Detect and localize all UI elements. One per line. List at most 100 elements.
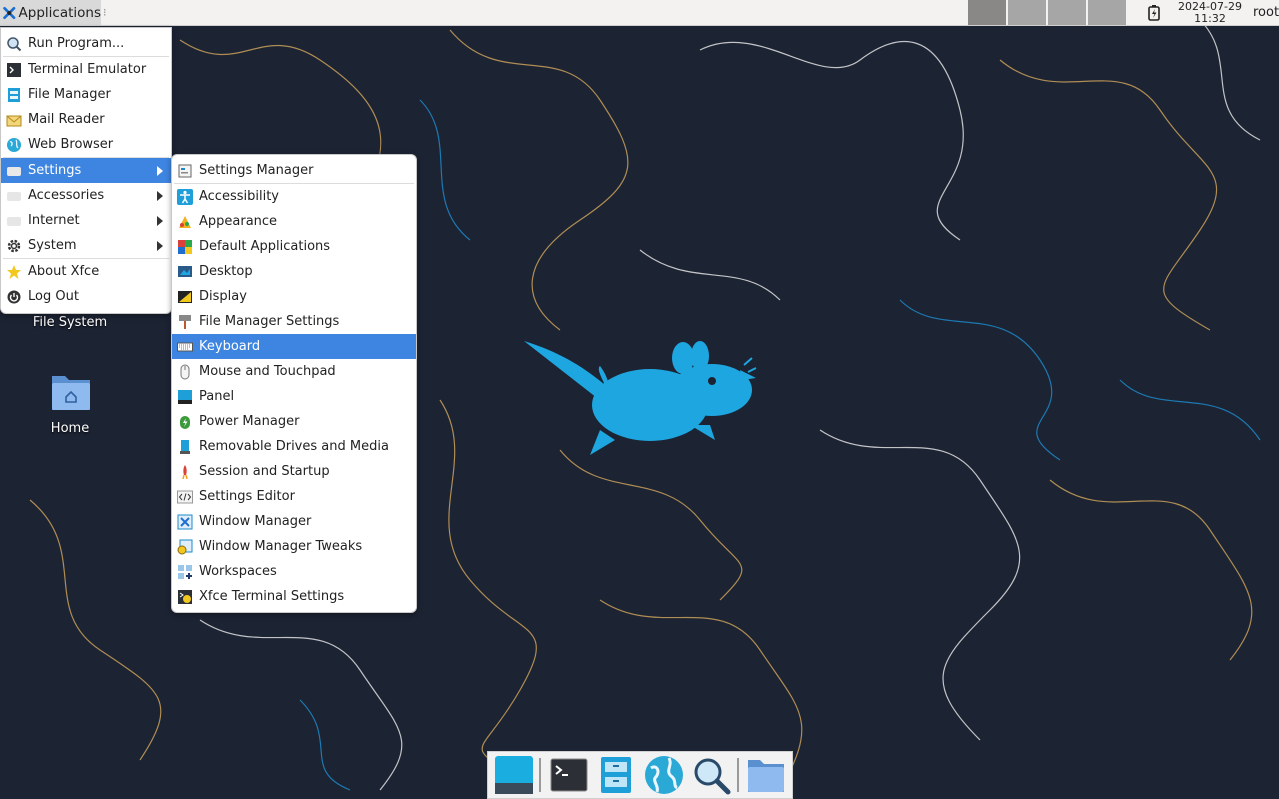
menu-item-label: Settings Editor [199,489,295,504]
applications-menu-button[interactable]: Applications [0,0,101,25]
terminal-settings-icon [177,589,193,605]
code-icon [177,489,193,505]
window-manager-tweaks-icon [177,539,193,555]
submenu-arrow-icon [157,166,163,176]
menu-item-display[interactable]: Display [172,284,416,309]
desktop-icon [177,264,193,280]
applications-label: Applications [18,4,101,21]
dock-panel [487,751,793,799]
menu-item-window-manager[interactable]: Window Manager [172,509,416,534]
menu-item-label: Power Manager [199,414,300,429]
appearance-icon [177,214,193,230]
menu-item-label: Accessories [28,188,105,203]
menu-item-settings-manager[interactable]: Settings Manager [172,158,416,183]
menu-item-power-manager[interactable]: Power Manager [172,409,416,434]
home-label[interactable]: Home [40,421,100,436]
top-panel: Applications ⁝ 2024-07-29 11:32 root [0,0,1279,26]
workspace-3[interactable] [1048,0,1086,25]
menu-item-accessibility[interactable]: Accessibility [172,184,416,209]
star-icon [6,264,22,280]
workspace-4[interactable] [1088,0,1126,25]
accessories-icon [6,188,22,204]
file-manager-icon [601,757,632,793]
mail-icon [6,112,22,128]
panel-icon [177,389,193,405]
menu-item-window-manager-tweaks[interactable]: Window Manager Tweaks [172,534,416,559]
menu-item-system[interactable]: System [1,233,171,258]
menu-item-label: Removable Drives and Media [199,439,389,454]
menu-item-keyboard[interactable]: Keyboard [172,334,416,359]
clock-time: 11:32 [1194,12,1226,25]
workspaces-icon [177,564,193,580]
menu-item-label: File Manager [28,87,111,102]
dock-terminal[interactable] [547,753,590,797]
default-applications-icon [177,239,193,255]
battery-charging-icon[interactable] [1146,4,1162,22]
menu-item-appearance[interactable]: Appearance [172,209,416,234]
menu-item-label: Settings Manager [199,163,314,178]
menu-item-internet[interactable]: Internet [1,208,171,233]
menu-item-label: Xfce Terminal Settings [199,589,345,604]
dock-show-desktop[interactable] [492,753,535,797]
xfce-logo-icon [3,6,16,19]
workspace-1[interactable] [968,0,1006,25]
menu-item-label: System [28,238,77,253]
menu-item-label: About Xfce [28,264,100,279]
menu-item-default-applications[interactable]: Default Applications [172,234,416,259]
dock-search[interactable] [689,753,732,797]
menu-item-about-xfce[interactable]: About Xfce [1,259,171,284]
menu-item-xfce-terminal-settings[interactable]: Xfce Terminal Settings [172,584,416,609]
terminal-icon [6,62,22,78]
web-browser-icon [6,137,22,153]
menu-item-terminal-emulator[interactable]: Terminal Emulator [1,57,171,82]
menu-item-label: Default Applications [199,239,331,254]
menu-item-label: Log Out [28,289,79,304]
applications-menu: Run Program... Terminal Emulator File Ma… [0,27,172,314]
submenu-arrow-icon [157,191,163,201]
menu-item-run-program[interactable]: Run Program... [1,31,171,56]
dock-file-manager[interactable] [595,753,638,797]
clock[interactable]: 2024-07-29 11:32 [1170,1,1250,25]
menu-item-removable-drives[interactable]: Removable Drives and Media [172,434,416,459]
menu-item-panel[interactable]: Panel [172,384,416,409]
submenu-arrow-icon [157,241,163,251]
menu-item-web-browser[interactable]: Web Browser [1,132,171,157]
folder-icon [748,760,785,792]
power-manager-icon [177,414,193,430]
submenu-arrow-icon [157,216,163,226]
menu-item-mail-reader[interactable]: Mail Reader [1,107,171,132]
menu-item-label: Mail Reader [28,112,105,127]
menu-item-settings-editor[interactable]: Settings Editor [172,484,416,509]
menu-item-log-out[interactable]: Log Out [1,284,171,309]
menu-item-file-manager[interactable]: File Manager [1,82,171,107]
menu-item-settings[interactable]: Settings [1,158,171,183]
gear-icon [6,238,22,254]
menu-item-label: Keyboard [199,339,261,354]
logout-icon [6,289,22,305]
search-icon [694,758,731,795]
accessibility-icon [177,188,193,205]
menu-item-mouse-and-touchpad[interactable]: Mouse and Touchpad [172,359,416,384]
menu-item-session-and-startup[interactable]: Session and Startup [172,459,416,484]
file-system-label[interactable]: File System [30,315,110,330]
menu-item-label: Desktop [199,264,253,279]
menu-item-label: Internet [28,213,80,228]
menu-item-desktop[interactable]: Desktop [172,259,416,284]
user-menu[interactable]: root [1253,5,1279,20]
menu-item-accessories[interactable]: Accessories [1,183,171,208]
menu-item-file-manager-settings[interactable]: File Manager Settings [172,309,416,334]
panel-handle-icon[interactable]: ⁝ [103,6,107,19]
show-desktop-icon [494,756,533,794]
menu-item-label: Web Browser [28,137,114,152]
dock-web-browser[interactable] [642,753,685,797]
file-manager-icon [6,87,22,103]
workspace-switcher [968,0,1128,25]
settings-manager-icon [177,163,193,179]
menu-item-workspaces[interactable]: Workspaces [172,559,416,584]
menu-item-label: Panel [199,389,235,404]
settings-submenu: Settings Manager Accessibility Appearanc… [171,154,417,613]
dock-separator [539,758,542,792]
workspace-2[interactable] [1008,0,1046,25]
home-folder-icon[interactable] [49,370,93,414]
dock-folder[interactable] [745,753,788,797]
